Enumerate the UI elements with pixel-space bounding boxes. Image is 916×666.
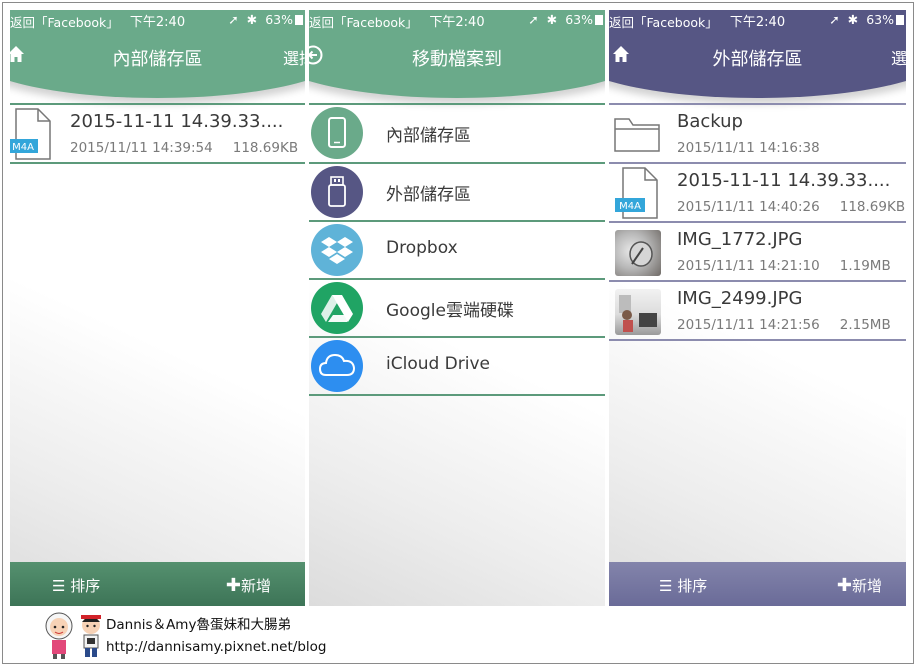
- file-row[interactable]: IMG_2499.JPG 2015/11/11 14:21:56 2.15MB: [609, 281, 906, 339]
- file-type-badge: M4A: [619, 201, 641, 212]
- battery-icon: [896, 15, 904, 25]
- status-right: ➚ ✱ 63%: [829, 12, 904, 27]
- file-size: 118.69KB: [232, 140, 299, 156]
- add-label: 新增: [851, 577, 882, 595]
- file-meta: 2015/11/11 14:16:38: [677, 140, 820, 156]
- usb-drive-icon: [311, 166, 363, 218]
- battery-icon: [295, 15, 303, 25]
- file-row[interactable]: IMG_1772.JPG 2015/11/11 14:21:10 1.19MB: [609, 222, 906, 280]
- sort-button[interactable]: ☰ 排序: [52, 575, 100, 596]
- status-bar: 返回「Facebook」 下午2:40 ➚ ✱ 63%: [609, 10, 906, 30]
- image-thumbnail: [615, 230, 661, 276]
- file-date: 2015/11/11 14:16:38: [677, 140, 820, 156]
- internal-storage-screen: 返回「Facebook」 下午2:40 ➚✱63% 內部儲存區 選擇 M4A 2…: [10, 10, 305, 606]
- file-name: IMG_2499.JPG: [677, 288, 803, 309]
- status-right: ➚ ✱ 63%: [228, 12, 303, 27]
- file-date: 2015/11/11 14:40:26: [677, 199, 820, 215]
- m4a-file-icon: M4A: [615, 167, 658, 219]
- plus-icon: ✚: [225, 575, 241, 596]
- file-meta: 2015/11/11 14:39:54 118.69KB: [70, 140, 298, 156]
- destination-label: 內部儲存區: [386, 126, 471, 146]
- header: 返回「Facebook」 下午2:40 ➚✱63% 內部儲存區 選擇: [10, 10, 305, 102]
- bottom-toolbar: ☰ 排序 ✚新增: [609, 562, 906, 606]
- header: 返回「Facebook」 下午2:40 ➚ ✱ 63% 移動檔案到: [309, 10, 605, 102]
- sort-button[interactable]: ☰ 排序: [659, 575, 707, 596]
- bluetooth-icon: ✱: [546, 12, 558, 27]
- blog-name: Dannis＆Amy魯蛋妹和大腸弟: [106, 617, 291, 633]
- m4a-file-icon: M4A: [10, 108, 51, 160]
- file-row[interactable]: M4A 2015-11-11 14.39.33.... 2015/11/11 1…: [10, 104, 305, 162]
- bluetooth-icon: ✱: [246, 12, 258, 27]
- plus-icon: ✚: [836, 575, 852, 596]
- dropbox-icon: [311, 224, 363, 276]
- folder-icon: [614, 118, 660, 152]
- destination-google-drive[interactable]: Google雲端硬碟: [309, 279, 605, 337]
- google-drive-icon: [311, 282, 363, 334]
- battery-icon: [595, 15, 603, 25]
- status-bar: 返回「Facebook」 下午2:40 ➚ ✱ 63%: [309, 10, 605, 30]
- add-label: 新增: [240, 577, 271, 595]
- file-size: 2.15MB: [839, 317, 891, 333]
- cloud-icon: [311, 340, 363, 392]
- location-icon: ➚: [528, 12, 539, 27]
- file-date: 2015/11/11 14:39:54: [70, 140, 213, 156]
- bluetooth-icon: ✱: [847, 12, 859, 27]
- destination-label: Google雲端硬碟: [386, 301, 514, 321]
- list-icon: ☰: [659, 577, 673, 595]
- divider: [309, 394, 605, 396]
- destination-internal-storage[interactable]: 內部儲存區: [309, 104, 605, 162]
- external-storage-screen: 返回「Facebook」 下午2:40 ➚✱63% 外部儲存區 選擇 Backu…: [609, 10, 906, 606]
- folder-row[interactable]: Backup 2015/11/11 14:16:38: [609, 104, 906, 162]
- location-icon: ➚: [829, 12, 840, 27]
- destination-icloud-drive[interactable]: iCloud Drive: [309, 337, 605, 395]
- move-file-screen: 返回「Facebook」 下午2:40 ➚ ✱ 63% 移動檔案到 內部儲存區 外部…: [309, 10, 605, 606]
- location-icon: ➚: [228, 12, 239, 27]
- divider: [10, 162, 305, 164]
- sort-label: 排序: [70, 577, 101, 595]
- destination-dropbox[interactable]: Dropbox: [309, 221, 605, 279]
- battery-percent: 63%: [265, 12, 293, 27]
- blog-url[interactable]: http://dannisamy.pixnet.net/blog: [106, 639, 326, 655]
- status-bar: 返回「Facebook」 下午2:40 ➚ ✱ 63%: [10, 10, 305, 30]
- file-meta: 2015/11/11 14:21:10 1.19MB: [677, 258, 891, 274]
- file-type-badge: M4A: [12, 142, 34, 153]
- select-button[interactable]: 選擇: [891, 45, 906, 69]
- add-button[interactable]: ✚新增: [837, 575, 882, 596]
- file-size: 1.19MB: [839, 258, 891, 274]
- file-name: 2015-11-11 14.39.33....: [677, 170, 891, 191]
- file-size: 118.69KB: [839, 199, 906, 215]
- image-thumbnail: [615, 289, 661, 335]
- page-title: 移動檔案到: [412, 49, 502, 70]
- file-name: Backup: [677, 111, 743, 132]
- add-button[interactable]: ✚新增: [226, 575, 271, 596]
- page-title: 內部儲存區: [112, 49, 203, 70]
- boy-mascot-icon: [81, 615, 101, 657]
- page-title: 外部儲存區: [712, 49, 803, 70]
- destination-label: iCloud Drive: [386, 354, 491, 374]
- status-right: ➚ ✱ 63%: [528, 12, 603, 27]
- battery-percent: 63%: [565, 12, 593, 27]
- destination-external-storage[interactable]: 外部儲存區: [309, 163, 605, 221]
- list-icon: ☰: [52, 577, 66, 595]
- select-button[interactable]: 選擇: [283, 45, 305, 69]
- file-name: 2015-11-11 14.39.33....: [70, 111, 284, 132]
- file-name: IMG_1772.JPG: [677, 229, 803, 250]
- battery-percent: 63%: [866, 12, 894, 27]
- blog-watermark: Dannis＆Amy魯蛋妹和大腸弟 http://dannisamy.pixne…: [44, 608, 344, 662]
- file-date: 2015/11/11 14:21:10: [677, 258, 820, 274]
- destination-label: Dropbox: [386, 238, 458, 258]
- header: 返回「Facebook」 下午2:40 ➚✱63% 外部儲存區 選擇: [609, 10, 906, 102]
- divider: [609, 339, 906, 341]
- bottom-toolbar: ☰ 排序 ✚新增: [10, 562, 305, 606]
- destination-label: 外部儲存區: [386, 185, 471, 205]
- file-date: 2015/11/11 14:21:56: [677, 317, 820, 333]
- file-meta: 2015/11/11 14:21:56 2.15MB: [677, 317, 891, 333]
- file-row[interactable]: M4A 2015-11-11 14.39.33.... 2015/11/11 1…: [609, 163, 906, 221]
- girl-mascot-icon: [45, 612, 73, 659]
- phone-icon: [311, 107, 363, 159]
- sort-label: 排序: [677, 577, 708, 595]
- file-meta: 2015/11/11 14:40:26 118.69KB: [677, 199, 905, 215]
